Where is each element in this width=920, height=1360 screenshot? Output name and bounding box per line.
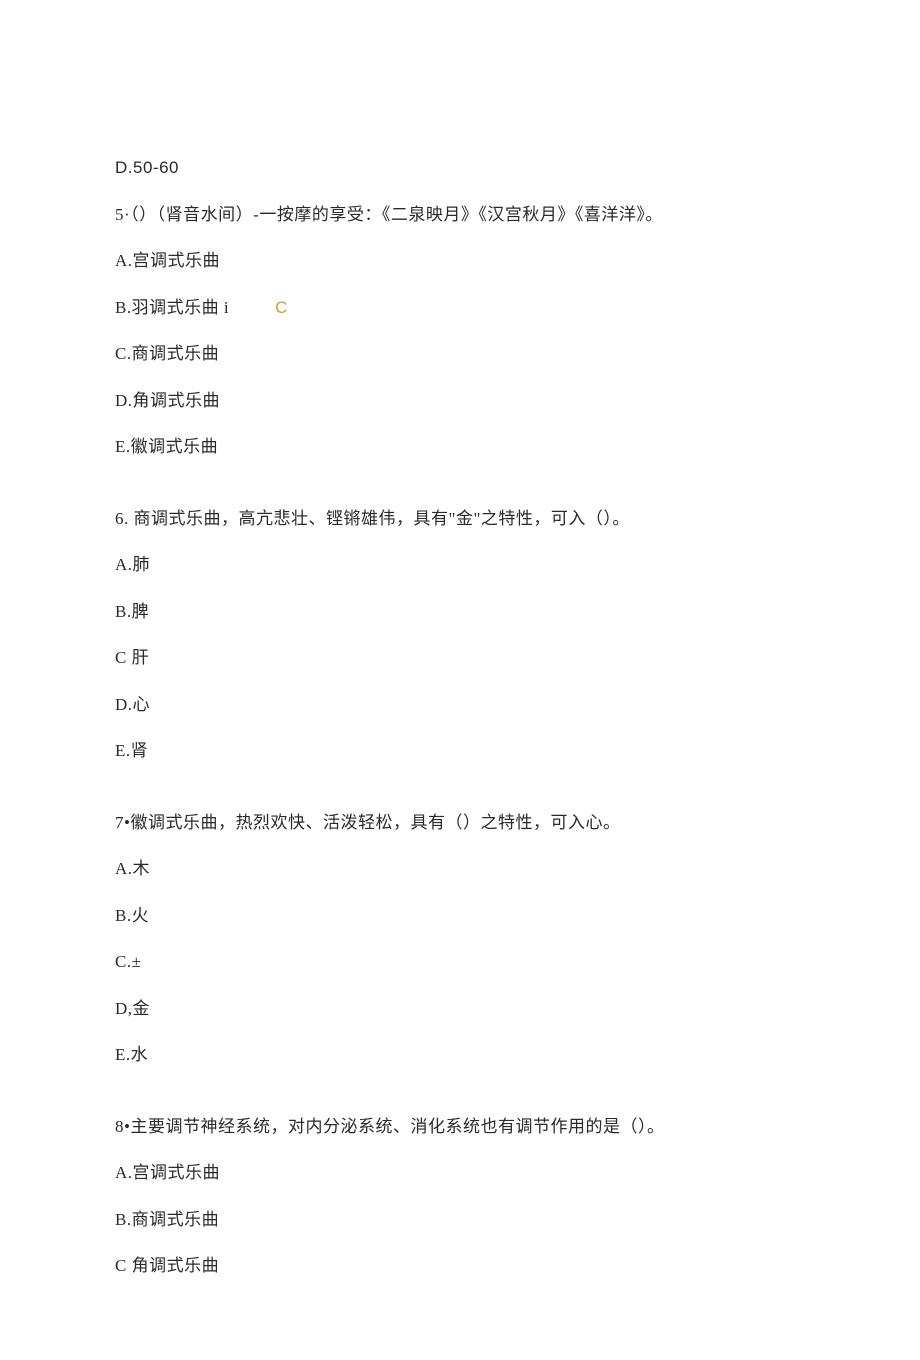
option-a: A.木 <box>115 856 805 882</box>
option-c: C.商调式乐曲 <box>115 341 805 367</box>
text: E.肾 <box>115 741 148 760</box>
option-e: E.肾 <box>115 738 805 764</box>
option-b: B.火 <box>115 903 805 929</box>
question-8: 8•主要调节神经系统，对内分泌系统、消化系统也有调节作用的是（）。 <box>115 1114 805 1140</box>
text: 8•主要调节神经系统，对内分泌系统、消化系统也有调节作用的是（）。 <box>115 1117 664 1136</box>
text: D.心 <box>115 695 150 714</box>
question-5: 5·（）（肾音水间）-一按摩的享受：《二泉映月》《汉宫秋月》《喜洋洋》。 <box>115 202 805 228</box>
option-e: E.水 <box>115 1042 805 1068</box>
answer-marker: C <box>275 298 288 317</box>
text: E.水 <box>115 1045 148 1064</box>
text: 7•徽调式乐曲，热烈欢快、活泼轻松，具有（）之特性，可入心。 <box>115 813 620 832</box>
option-c: C 肝 <box>115 645 805 671</box>
text: A.木 <box>115 859 150 878</box>
option-b-with-answer: B.羽调式乐曲 i C <box>115 295 805 321</box>
option-d: D.心 <box>115 692 805 718</box>
text: B.火 <box>115 906 149 925</box>
text: C.商调式乐曲 <box>115 344 219 363</box>
text: B.商调式乐曲 <box>115 1210 219 1229</box>
text: A.宫调式乐曲 <box>115 251 220 270</box>
question-6: 6. 商调式乐曲，高亢悲壮、铿锵雄伟，具有"金"之特性，可入（）。 <box>115 506 805 532</box>
option-c: C 角调式乐曲 <box>115 1253 805 1279</box>
text: B.脾 <box>115 602 149 621</box>
option-d: D,金 <box>115 996 805 1022</box>
text: C 肝 <box>115 648 149 667</box>
text: E.徽调式乐曲 <box>115 437 218 456</box>
question-7: 7•徽调式乐曲，热烈欢快、活泼轻松，具有（）之特性，可入心。 <box>115 810 805 836</box>
option-e: E.徽调式乐曲 <box>115 434 805 460</box>
option-a: A.肺 <box>115 552 805 578</box>
text: C.± <box>115 952 141 971</box>
text: 5·（）（肾音水间）-一按摩的享受：《二泉映月》《汉宫秋月》《喜洋洋》。 <box>115 205 663 224</box>
option-b: B.商调式乐曲 <box>115 1207 805 1233</box>
text: B.羽调式乐曲 i <box>115 298 229 317</box>
option-d: D.角调式乐曲 <box>115 388 805 414</box>
text: D,金 <box>115 999 150 1018</box>
option-c: C.± <box>115 949 805 975</box>
text: 6. 商调式乐曲，高亢悲壮、铿锵雄伟，具有"金"之特性，可入（）。 <box>115 509 630 528</box>
option-d-line: D.50-60 <box>115 155 805 181</box>
text: D.50-60 <box>115 158 179 177</box>
option-a: A.宫调式乐曲 <box>115 248 805 274</box>
option-b: B.脾 <box>115 599 805 625</box>
text: A.肺 <box>115 555 150 574</box>
text: C 角调式乐曲 <box>115 1256 219 1275</box>
option-a: A.宫调式乐曲 <box>115 1160 805 1186</box>
text: A.宫调式乐曲 <box>115 1163 220 1182</box>
text: D.角调式乐曲 <box>115 391 220 410</box>
